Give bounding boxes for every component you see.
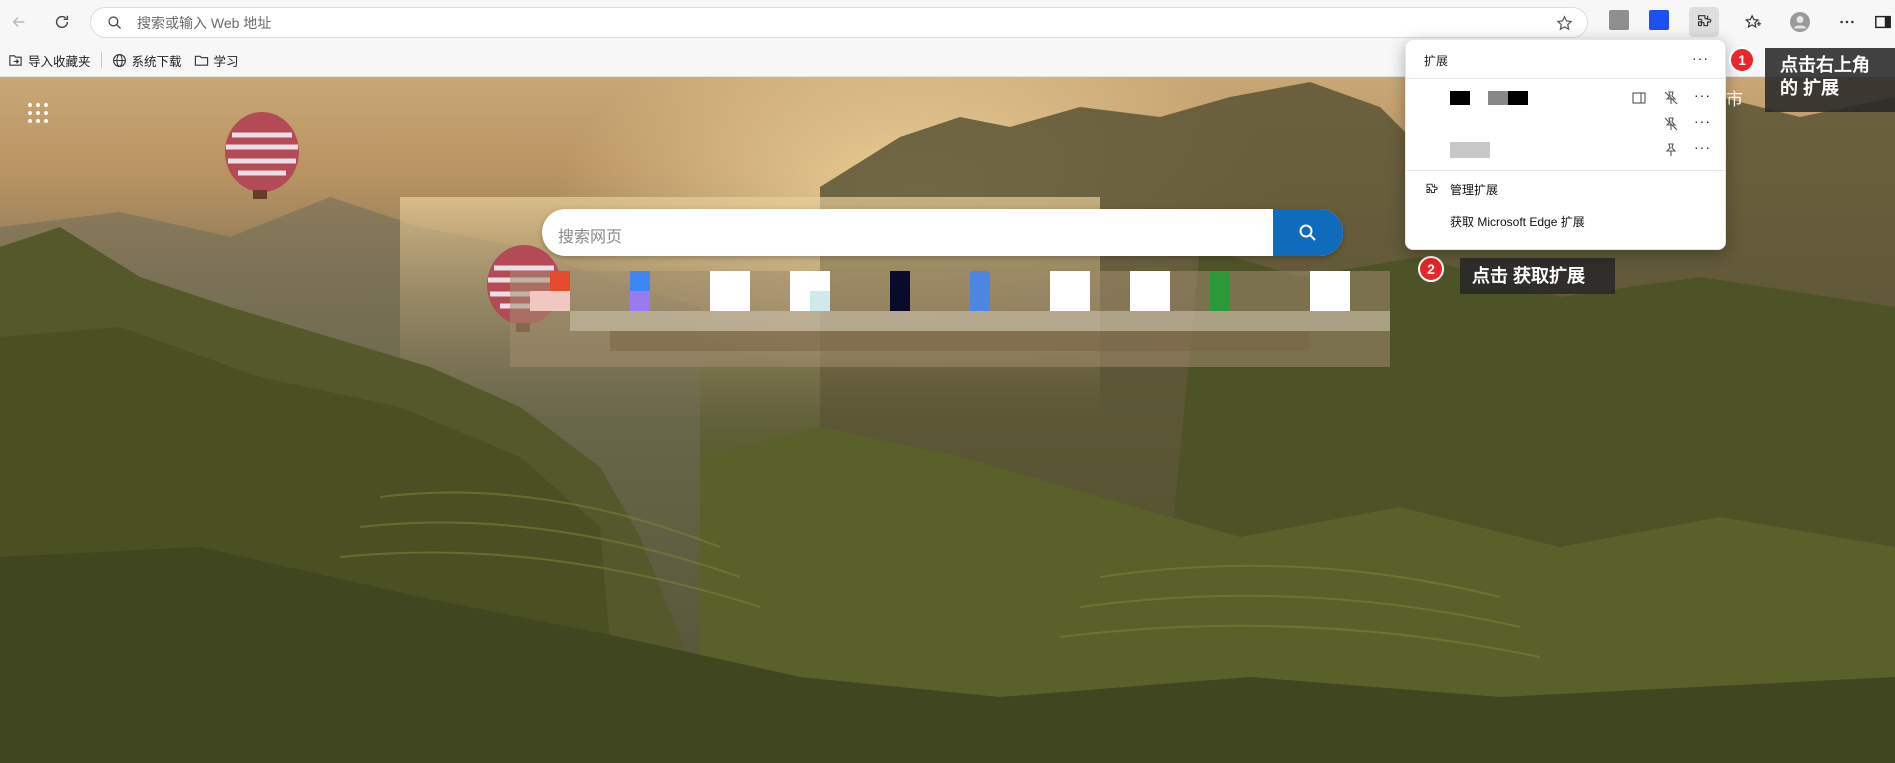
profile-button[interactable] xyxy=(1785,7,1815,37)
favorites-icon xyxy=(1744,14,1762,29)
quick-links-censored[interactable] xyxy=(510,271,1390,367)
unpin-icon[interactable] xyxy=(1663,90,1679,106)
search-icon xyxy=(108,15,122,29)
web-search-box[interactable]: 搜索网页 xyxy=(542,209,1343,256)
step-1-callout: 点击右上角 的 扩展 xyxy=(1765,48,1895,112)
more-icon xyxy=(1840,20,1854,24)
get-edge-extensions-link[interactable]: 获取 Microsoft Edge 扩展 xyxy=(1406,207,1725,235)
favorite-system-download-label: 系统下载 xyxy=(131,54,182,69)
extension-icon-censored xyxy=(1450,142,1490,158)
extension-icon-censored xyxy=(1450,91,1470,105)
sidebar-panel-icon[interactable] xyxy=(1631,90,1647,106)
globe-icon xyxy=(112,53,126,67)
web-search-button[interactable] xyxy=(1273,209,1343,256)
sidebar-toggle-button[interactable] xyxy=(1872,7,1894,37)
favorite-star-icon[interactable] xyxy=(1556,15,1573,32)
extensions-button[interactable] xyxy=(1689,7,1719,37)
unpin-icon[interactable] xyxy=(1663,116,1679,132)
get-edge-extensions-label: 获取 Microsoft Edge 扩展 xyxy=(1450,214,1585,229)
favorite-study-folder[interactable]: 学习 xyxy=(188,48,245,72)
folder-icon xyxy=(194,55,208,66)
favorite-import-label: 导入收藏夹 xyxy=(28,54,91,69)
manage-extensions-label: 管理扩展 xyxy=(1450,182,1499,197)
favorite-study-label: 学习 xyxy=(213,54,239,69)
step-1-badge: 1 xyxy=(1729,47,1755,73)
extension-icon-gray[interactable] xyxy=(1609,10,1629,30)
sidebar-icon xyxy=(1875,15,1891,29)
extensions-popup-more-button[interactable]: ··· xyxy=(1692,50,1709,66)
profile-icon xyxy=(1790,12,1810,32)
step-1-line-2: 的 扩展 xyxy=(1780,78,1840,98)
extension-item[interactable]: ··· xyxy=(1406,84,1725,112)
settings-more-button[interactable] xyxy=(1832,7,1862,37)
refresh-button[interactable] xyxy=(47,7,77,37)
extensions-icon xyxy=(1698,15,1712,27)
step-1-line-1: 点击右上角 xyxy=(1780,55,1870,75)
extensions-popup-title: 扩展 xyxy=(1424,54,1449,68)
import-icon xyxy=(9,54,22,66)
divider xyxy=(1406,170,1725,171)
extension-more-button[interactable]: ··· xyxy=(1694,87,1711,103)
address-bar[interactable]: 搜索或输入 Web 地址 xyxy=(90,7,1588,38)
manage-extensions-link[interactable]: 管理扩展 xyxy=(1406,175,1725,203)
extension-item[interactable]: ··· xyxy=(1406,110,1725,138)
step-2-badge: 2 xyxy=(1418,256,1444,282)
extensions-popup: 扩展 ··· ··· ··· ··· 管理扩展 获取 Microsoft Edg… xyxy=(1405,39,1726,250)
search-icon xyxy=(1299,224,1316,241)
extension-name-censored xyxy=(1488,91,1528,105)
web-search-placeholder: 搜索网页 xyxy=(558,229,623,246)
back-button[interactable] xyxy=(4,7,34,37)
pin-icon[interactable] xyxy=(1663,142,1679,158)
weather-widget[interactable]: 市 xyxy=(1726,85,1743,110)
apps-launcher-button[interactable] xyxy=(24,99,52,127)
extension-more-button[interactable]: ··· xyxy=(1694,113,1711,129)
favorites-separator xyxy=(100,52,102,68)
favorite-import[interactable]: 导入收藏夹 xyxy=(2,48,97,72)
step-2-callout: 点击 获取扩展 xyxy=(1460,258,1615,294)
hot-air-balloon xyxy=(225,112,299,199)
favorites-button[interactable] xyxy=(1738,7,1768,37)
weather-city-fragment: 市 xyxy=(1726,90,1743,109)
extension-item[interactable]: ··· xyxy=(1406,136,1725,164)
extension-more-button[interactable]: ··· xyxy=(1694,139,1711,155)
extensions-icon xyxy=(1426,183,1438,193)
extension-icon-blue[interactable] xyxy=(1649,10,1669,30)
favorite-system-download[interactable]: 系统下载 xyxy=(106,48,188,72)
address-placeholder: 搜索或输入 Web 地址 xyxy=(137,14,272,31)
refresh-icon xyxy=(55,15,69,29)
browser-toolbar: 搜索或输入 Web 地址 xyxy=(0,0,1895,44)
back-icon xyxy=(12,16,25,28)
divider xyxy=(1406,78,1725,79)
